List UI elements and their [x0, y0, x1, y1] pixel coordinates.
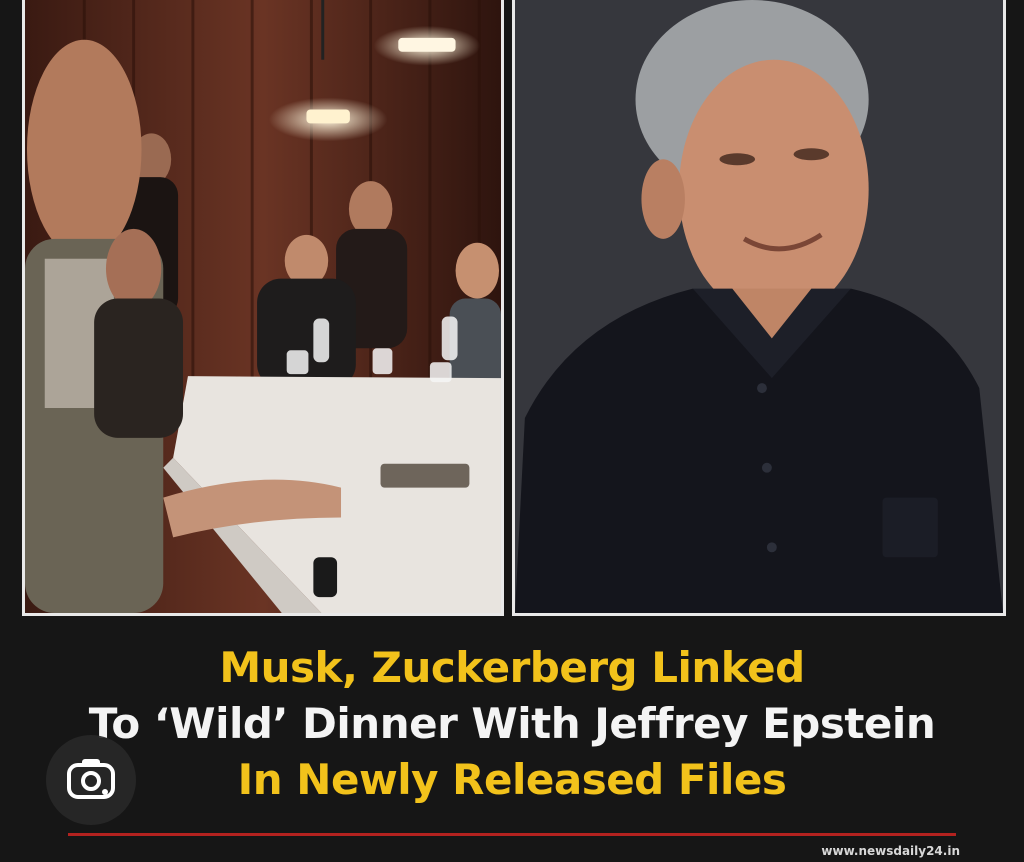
headline-underline: [68, 833, 956, 836]
dinner-photo: [22, 0, 504, 616]
headline: Musk, Zuckerberg Linked To ‘Wild’ Dinner…: [0, 640, 1024, 808]
source-url: www.newsdaily24.in: [821, 844, 960, 858]
camera-lens-icon: [66, 756, 116, 804]
lens-search-button[interactable]: [46, 735, 136, 825]
dinner-photo-illustration: [25, 0, 501, 613]
headline-line-3: In Newly Released Files: [237, 755, 787, 804]
portrait-photo: [512, 0, 1006, 616]
portrait-photo-illustration: [515, 0, 1003, 613]
headline-line-2: To ‘Wild’ Dinner With Jeffrey Epstein: [88, 699, 936, 748]
news-image-card: Musk, Zuckerberg Linked To ‘Wild’ Dinner…: [0, 0, 1024, 862]
headline-line-1: Musk, Zuckerberg Linked: [219, 643, 805, 692]
